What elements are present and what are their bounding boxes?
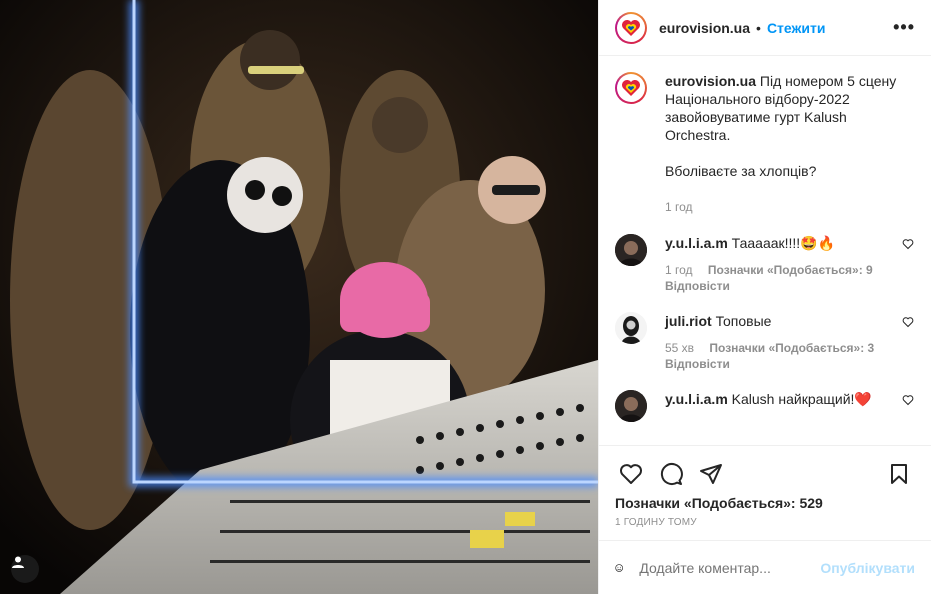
eurovision-heart-logo [622, 80, 640, 96]
post-photo[interactable] [0, 0, 598, 594]
caption-time: 1 год [665, 200, 693, 214]
user-tag-icon [12, 556, 24, 568]
author-avatar[interactable] [615, 11, 647, 44]
comment-item: y.u.l.i.a.m Kalush найкращий!❤️ [615, 390, 915, 422]
caption: eurovision.ua Під номером 5 сцену Націон… [615, 72, 915, 216]
post-comment-button[interactable]: Опублікувати [820, 560, 915, 576]
avatar-photo [615, 312, 647, 344]
commenter-avatar[interactable] [615, 390, 647, 422]
more-options-button[interactable]: ••• [893, 17, 915, 38]
comment-username[interactable]: juli.riot [665, 313, 712, 329]
like-button[interactable] [611, 454, 651, 494]
avatar-photo [615, 234, 647, 266]
likes-count[interactable]: Позначки «Подобається»: 529 [599, 495, 931, 511]
comment-text: Тааааак!!!!🤩🔥 [731, 235, 836, 251]
avatar-photo [615, 390, 647, 422]
paper-plane-icon [700, 463, 722, 484]
action-bar [599, 445, 931, 495]
caption-username[interactable]: eurovision.ua [665, 73, 756, 89]
comment-item: juli.riot Топовые 55 хв Позначки «Подоба… [615, 312, 915, 372]
reply-button[interactable]: Відповісти [665, 356, 895, 372]
comment-time[interactable]: 55 хв [665, 341, 694, 355]
share-button[interactable] [691, 454, 731, 494]
commenter-avatar[interactable] [615, 312, 647, 344]
follow-button[interactable]: Стежити [767, 20, 826, 36]
heart-icon[interactable] [901, 394, 915, 406]
add-comment-bar: Опублікувати [599, 540, 931, 594]
photo-illustration [0, 0, 598, 594]
commenter-avatar[interactable] [615, 234, 647, 266]
bookmark-icon [891, 463, 907, 484]
comment-input[interactable] [639, 559, 821, 576]
save-button[interactable] [879, 454, 919, 494]
eurovision-heart-logo [622, 19, 640, 36]
comment-username[interactable]: y.u.l.i.a.m [665, 391, 728, 407]
comment-likes[interactable]: Позначки «Подобається»: 9 [708, 263, 873, 277]
heart-icon [619, 463, 643, 484]
post-header: eurovision.ua • Стежити ••• [599, 0, 931, 56]
comment-item: y.u.l.i.a.m Тааааак!!!!🤩🔥 1 год Позначки… [615, 234, 915, 294]
post-time-ago[interactable]: 1 годину тому [599, 511, 931, 540]
comment-time[interactable]: 1 год [665, 263, 693, 277]
caption-avatar[interactable] [615, 72, 647, 104]
reply-button[interactable]: Відповісти [665, 278, 895, 294]
comments-list[interactable]: eurovision.ua Під номером 5 сцену Націон… [599, 56, 931, 445]
heart-icon[interactable] [901, 316, 915, 328]
comment-text: Топовые [715, 313, 772, 329]
comment-likes[interactable]: Позначки «Подобається»: 3 [709, 341, 874, 355]
comment-username[interactable]: y.u.l.i.a.m [665, 235, 728, 251]
author-username[interactable]: eurovision.ua [659, 20, 750, 36]
comment-bubble-icon [660, 462, 683, 485]
comment-text: Kalush найкращий!❤️ [731, 391, 872, 407]
post-side-panel: eurovision.ua • Стежити ••• eurovision.u… [598, 0, 931, 594]
tag-people-button[interactable] [11, 555, 39, 583]
caption-text-2: Вболіваєте за хлопців? [665, 163, 817, 179]
heart-icon[interactable] [901, 238, 915, 250]
smiley-icon[interactable] [615, 556, 623, 580]
post-modal: eurovision.ua • Стежити ••• eurovision.u… [0, 0, 931, 594]
separator-dot: • [756, 19, 761, 36]
comment-button[interactable] [651, 454, 691, 494]
